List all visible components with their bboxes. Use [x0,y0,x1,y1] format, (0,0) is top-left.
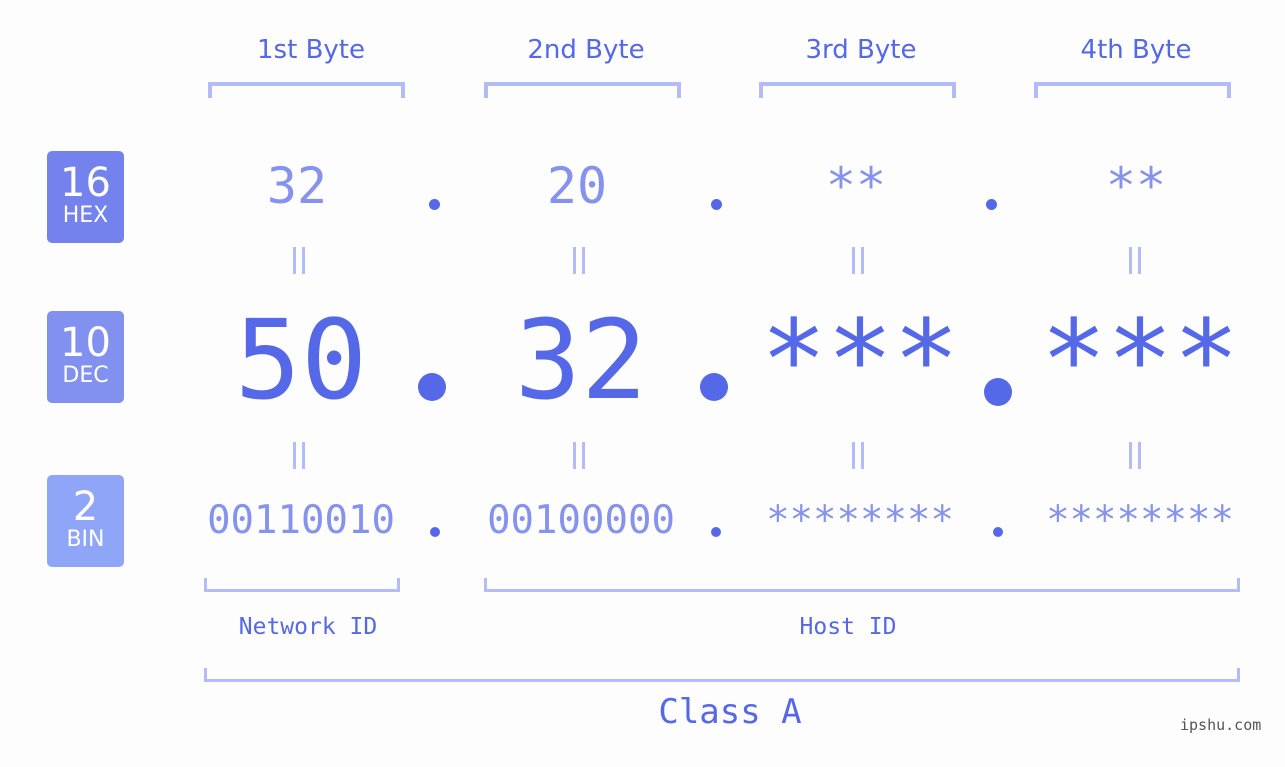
byte-bracket-4 [1034,82,1231,98]
bin-byte-2: 00100000 [487,498,675,543]
hex-byte-2: 20 [546,157,608,215]
network-id-label: Network ID [238,614,378,640]
byte-bracket-2 [484,82,681,98]
network-id-bracket [204,578,400,592]
dec-badge-label: DEC [62,363,109,388]
bin-byte-4: ******** [1046,498,1234,543]
dec-badge: 10 DEC [47,311,124,403]
dec-dot-3 [984,378,1012,406]
byte-bracket-1 [208,82,405,98]
bin-dot-3 [993,527,1003,537]
equals-icon [570,442,590,472]
bin-byte-3: ******** [766,498,954,543]
hex-badge-number: 16 [60,160,111,206]
hex-dot-2 [711,199,722,210]
watermark: ipshu.com [1180,716,1262,734]
byte-header-1: 1st Byte [257,35,365,65]
host-id-label: Host ID [799,614,897,640]
class-bracket [204,668,1240,682]
hex-dot-3 [986,199,997,210]
hex-dot-1 [429,199,440,210]
equals-icon [1126,247,1146,277]
dec-badge-number: 10 [60,320,111,366]
byte-header-4: 4th Byte [1080,35,1192,65]
bin-badge-label: BIN [66,527,105,552]
equals-icon [570,247,590,277]
byte-header-2: 2nd Byte [527,35,645,65]
bin-badge-number: 2 [72,484,99,530]
host-id-bracket [484,578,1240,592]
byte-header-3: 3rd Byte [805,35,917,65]
equals-icon [1126,442,1146,472]
equals-icon [849,247,869,277]
equals-icon [290,442,310,472]
dec-dot-2 [700,373,728,401]
dec-byte-1: 50 [234,296,368,424]
bin-dot-2 [711,527,721,537]
dec-byte-3: *** [760,296,960,424]
bin-byte-1: 00110010 [207,498,395,543]
hex-byte-4: ** [1105,157,1167,215]
byte-bracket-3 [759,82,956,98]
class-label: Class A [658,692,802,732]
dec-byte-2: 32 [514,296,648,424]
equals-icon [849,442,869,472]
bin-dot-1 [430,527,440,537]
hex-badge-label: HEX [62,203,109,228]
equals-icon [290,247,310,277]
dec-dot-1 [418,373,446,401]
dec-byte-4: *** [1040,296,1240,424]
hex-badge: 16 HEX [47,151,124,243]
bin-badge: 2 BIN [47,475,124,567]
hex-byte-1: 32 [266,157,328,215]
hex-byte-3: ** [825,157,887,215]
